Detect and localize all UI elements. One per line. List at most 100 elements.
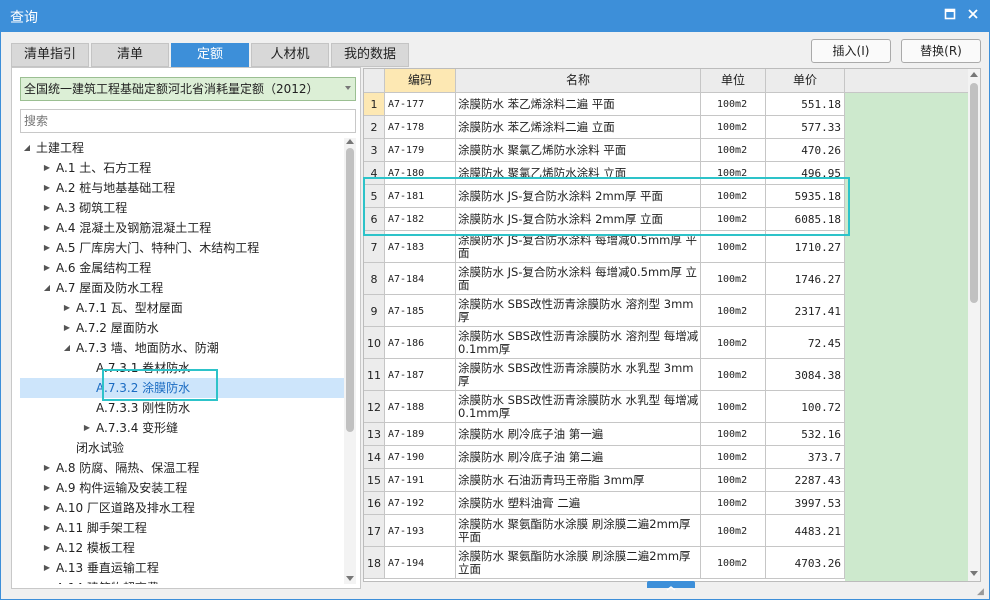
table-row[interactable]: 3 A7-179 涂膜防水 聚氯乙烯防水涂料 平面 100m2 470.26 — [364, 139, 845, 162]
expand-icon[interactable]: ▶ — [42, 498, 52, 518]
expand-icon[interactable]: ▶ — [42, 218, 52, 238]
tab-list[interactable]: 清单 — [91, 43, 169, 67]
cell-price: 4703.26 — [766, 547, 845, 579]
table-row[interactable]: 10 A7-186 涂膜防水 SBS改性沥青涂膜防水 溶剂型 每增减0.1mm厚 10… — [364, 327, 845, 359]
column-header-price[interactable]: 单价 — [766, 69, 845, 93]
expand-icon[interactable]: ▶ — [82, 418, 92, 438]
tree-node[interactable]: ▶ A.14 建筑物超高费 — [20, 578, 344, 584]
column-header-name[interactable]: 名称 — [456, 69, 701, 93]
expand-icon[interactable]: ▶ — [42, 458, 52, 478]
tree-node[interactable]: ◢ A.7.3 墙、地面防水、防潮 — [20, 338, 344, 358]
table-row[interactable]: 7 A7-183 涂膜防水 JS-复合防水涂料 每增减0.5mm厚 平面 100m2 1… — [364, 231, 845, 263]
tree-node[interactable]: A.7.3.2 涂膜防水 — [20, 378, 344, 398]
table-row[interactable]: 15 A7-191 涂膜防水 石油沥青玛王帝脂 3mm厚 100m2 2287.43 — [364, 469, 845, 492]
table-row[interactable]: 1 A7-177 涂膜防水 苯乙烯涂料二遍 平面 100m2 551.18 — [364, 93, 845, 116]
expand-icon[interactable]: ▶ — [42, 538, 52, 558]
column-header-unit[interactable]: 单位 — [701, 69, 766, 93]
table-row[interactable]: 11 A7-187 涂膜防水 SBS改性沥青涂膜防水 水乳型 3mm厚 100m2 30… — [364, 359, 845, 391]
tab-materials[interactable]: 人材机 — [251, 43, 329, 67]
expand-icon[interactable]: ▶ — [62, 298, 72, 318]
tree-node[interactable]: ▶ A.7.3.4 变形缝 — [20, 418, 344, 438]
close-icon[interactable] — [963, 6, 983, 26]
tree-node[interactable]: A.7.3.1 卷材防水 — [20, 358, 344, 378]
collapse-icon[interactable]: ◢ — [62, 338, 72, 358]
expand-icon[interactable]: ▶ — [42, 258, 52, 278]
cell-code: A7-194 — [385, 547, 456, 579]
cell-unit: 100m2 — [701, 231, 766, 263]
tree-node-label: A.11 脚手架工程 — [56, 521, 147, 535]
row-number: 14 — [364, 446, 385, 469]
cell-name: 涂膜防水 刷冷底子油 第二遍 — [456, 446, 701, 469]
table-row[interactable]: 6 A7-182 涂膜防水 JS-复合防水涂料 2mm厚 立面 100m2 6085.1… — [364, 208, 845, 231]
table-row[interactable]: 16 A7-192 涂膜防水 塑料油膏 二遍 100m2 3997.53 — [364, 492, 845, 515]
expand-icon[interactable]: ▶ — [42, 478, 52, 498]
expand-icon[interactable]: ▶ — [42, 238, 52, 258]
maximize-icon[interactable] — [940, 6, 960, 26]
replace-button[interactable]: 替换(R) — [901, 39, 981, 63]
tree-node[interactable]: ▶ A.12 模板工程 — [20, 538, 344, 558]
scroll-up-icon[interactable] — [346, 139, 354, 144]
tree-node[interactable]: ▶ A.2 桩与地基基础工程 — [20, 178, 344, 198]
scroll-down-icon[interactable] — [346, 576, 354, 581]
expand-icon[interactable]: ▶ — [62, 318, 72, 338]
tree-node[interactable]: ▶ A.11 脚手架工程 — [20, 518, 344, 538]
chevron-down-icon[interactable] — [345, 86, 351, 90]
table-row[interactable]: 8 A7-184 涂膜防水 JS-复合防水涂料 每增减0.5mm厚 立面 100m2 1… — [364, 263, 845, 295]
expand-icon[interactable]: ▶ — [42, 158, 52, 178]
tree-node[interactable]: ◢ 土建工程 — [20, 138, 344, 158]
scroll-thumb[interactable] — [346, 148, 354, 432]
tree-node[interactable]: ◢ A.7 屋面及防水工程 — [20, 278, 344, 298]
tree-node[interactable]: ▶ A.7.2 屋面防水 — [20, 318, 344, 338]
search-input[interactable] — [21, 110, 355, 132]
tab-my-data[interactable]: 我的数据 — [331, 43, 409, 67]
tree-node[interactable]: 闭水试验 — [20, 438, 344, 458]
expand-icon[interactable]: ▶ — [42, 178, 52, 198]
table-row[interactable]: 9 A7-185 涂膜防水 SBS改性沥青涂膜防水 溶剂型 3mm厚 100m2 231… — [364, 295, 845, 327]
expand-icon[interactable]: ▶ — [42, 198, 52, 218]
tree-node[interactable]: ▶ A.9 构件运输及安装工程 — [20, 478, 344, 498]
table-row[interactable]: 18 A7-194 涂膜防水 聚氨酯防水涂膜 刷涂膜二遍2mm厚 立面 100m2 47… — [364, 547, 845, 579]
row-number: 15 — [364, 469, 385, 492]
quota-library-select[interactable]: 全国统一建筑工程基础定额河北省消耗量定额（2012） — [20, 77, 356, 101]
tree-node[interactable]: ▶ A.8 防腐、隔热、保温工程 — [20, 458, 344, 478]
insert-button[interactable]: 插入(I) — [811, 39, 891, 63]
table-scrollbar[interactable] — [968, 69, 980, 581]
tree-node[interactable]: ▶ A.3 砌筑工程 — [20, 198, 344, 218]
tree-node[interactable]: ▶ A.4 混凝土及钢筋混凝土工程 — [20, 218, 344, 238]
tree-node[interactable]: ▶ A.13 垂直运输工程 — [20, 558, 344, 578]
table-row[interactable]: 17 A7-193 涂膜防水 聚氨酯防水涂膜 刷涂膜二遍2mm厚 平面 100m2 44… — [364, 515, 845, 547]
table-row[interactable]: 12 A7-188 涂膜防水 SBS改性沥青涂膜防水 水乳型 每增减0.1mm厚 10… — [364, 391, 845, 423]
tree-node[interactable]: ▶ A.10 厂区道路及排水工程 — [20, 498, 344, 518]
tab-list-guide[interactable]: 清单指引 — [11, 43, 89, 67]
cell-price: 3084.38 — [766, 359, 845, 391]
tree-node[interactable]: ▶ A.6 金属结构工程 — [20, 258, 344, 278]
expand-icon[interactable]: ▶ — [42, 558, 52, 578]
tree-node[interactable]: ▶ A.7.1 瓦、型材屋面 — [20, 298, 344, 318]
table-row[interactable]: 5 A7-181 涂膜防水 JS-复合防水涂料 2mm厚 平面 100m2 5935.1… — [364, 185, 845, 208]
cell-code: A7-192 — [385, 492, 456, 515]
tree-node[interactable]: ▶ A.1 土、石方工程 — [20, 158, 344, 178]
column-header-code[interactable]: 编码 — [385, 69, 456, 93]
tree-node[interactable]: A.7.3.3 刚性防水 — [20, 398, 344, 418]
scroll-thumb[interactable] — [970, 83, 978, 303]
collapse-icon[interactable]: ◢ — [22, 138, 32, 158]
expand-icon[interactable]: ▶ — [42, 578, 52, 584]
table-row[interactable]: 14 A7-190 涂膜防水 刷冷底子油 第二遍 100m2 373.7 — [364, 446, 845, 469]
row-number: 11 — [364, 359, 385, 391]
resize-grip-icon[interactable]: ◢ — [977, 587, 987, 597]
scroll-down-icon[interactable] — [970, 571, 978, 576]
table-row[interactable]: 2 A7-178 涂膜防水 苯乙烯涂料二遍 立面 100m2 577.33 — [364, 116, 845, 139]
collapse-icon[interactable]: ◢ — [42, 278, 52, 298]
table-row[interactable]: 13 A7-189 涂膜防水 刷冷底子油 第一遍 100m2 532.16 — [364, 423, 845, 446]
expand-icon[interactable]: ▶ — [42, 518, 52, 538]
tab-quota[interactable]: 定额 — [171, 43, 249, 67]
scroll-up-icon[interactable] — [970, 72, 978, 77]
table-row[interactable]: 4 A7-180 涂膜防水 聚氯乙烯防水涂料 立面 100m2 496.95 — [364, 162, 845, 185]
tree-scrollbar[interactable] — [344, 138, 356, 584]
cell-price: 72.45 — [766, 327, 845, 359]
empty-header-area — [845, 69, 968, 93]
cell-code: A7-185 — [385, 295, 456, 327]
panel-splitter-handle[interactable] — [647, 581, 695, 591]
tree-node[interactable]: ▶ A.5 厂库房大门、特种门、木结构工程 — [20, 238, 344, 258]
search-field[interactable] — [20, 109, 356, 133]
